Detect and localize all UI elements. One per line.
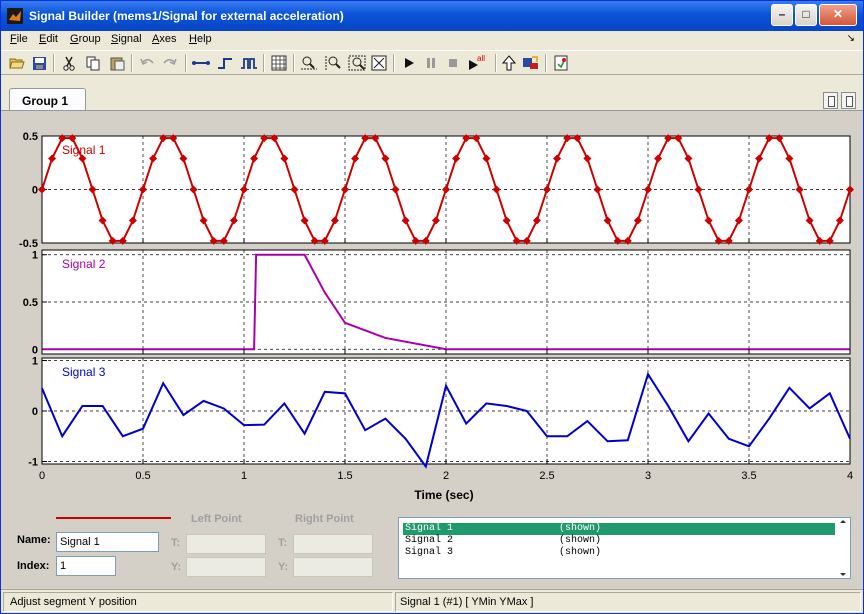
list-item[interactable]: Signal 2 (shown) [403, 535, 835, 547]
left-t-field[interactable] [186, 534, 266, 554]
x-tick-label: 1 [241, 470, 247, 482]
x-tick-label: 3 [645, 470, 651, 482]
menu-file[interactable]: File [10, 33, 28, 45]
y-tick-label: 1 [32, 356, 38, 368]
pause-icon[interactable] [421, 54, 441, 72]
name-field[interactable]: Signal 1 [56, 532, 159, 552]
paste-icon[interactable] [107, 54, 127, 72]
x-tick-label: 1.5 [337, 470, 352, 482]
minimize-button[interactable]: – [771, 4, 793, 26]
zoom-xy-icon[interactable] [347, 54, 367, 72]
y-tick-label: 0 [32, 185, 38, 197]
signal-list[interactable]: Signal 1 (shown) Signal 2 (shown) Signal 3… [398, 517, 851, 579]
y-tick-label: 0.5 [23, 297, 38, 309]
y-tick-label: 0 [32, 344, 38, 356]
x-tick-label: 4 [847, 470, 853, 482]
copy-icon[interactable] [83, 54, 103, 72]
zoom-x-icon[interactable] [299, 54, 319, 72]
signals-plot[interactable]: 0.50-0.5Signal 110.50Signal 210-1Signal … [1, 111, 863, 511]
status-message: Adjust segment Y position [3, 592, 393, 612]
x-tick-label: 2 [443, 470, 449, 482]
redo-icon[interactable] [159, 54, 179, 72]
axes-group: 0.50-0.5Signal 110.50Signal 210-1Signal … [19, 131, 854, 482]
status-bar: Adjust segment Y position Signal 1 (#1) … [1, 589, 863, 613]
group-tabstrip: Group 1 [1, 77, 863, 111]
index-label: Index: [17, 560, 50, 572]
left-point-label: Left Point [191, 513, 242, 525]
x-tick-label: 3.5 [741, 470, 756, 482]
menu-group[interactable]: Group [70, 33, 101, 45]
menu-axes[interactable]: Axes [152, 33, 176, 45]
right-t-field[interactable] [293, 534, 373, 554]
play-icon[interactable] [399, 54, 419, 72]
left-y-field[interactable] [186, 557, 266, 577]
signal-axes-area: 0.5 0 -0.5 Signal 1 1 0.5 0 Signal 2 1 0 -1 Signal … [1, 111, 863, 511]
x-tick-label: 2.5 [539, 470, 554, 482]
right-point-label: Right Point [295, 513, 354, 525]
x-tick-label: 0 [39, 470, 45, 482]
menu-signal[interactable]: Signal [111, 33, 142, 45]
y-tick-label: 1 [32, 250, 38, 262]
signal-label[interactable]: Signal 2 [62, 257, 106, 271]
stop-icon[interactable] [443, 54, 463, 72]
save-icon[interactable] [29, 54, 49, 72]
status-selection: Signal 1 (#1) [ YMin YMax ] [395, 592, 861, 612]
signal-label[interactable]: Signal 1 [62, 143, 106, 157]
menu-help[interactable]: Help [189, 33, 212, 45]
menu-bar: File Edit Group Signal Axes Help ↘ [1, 31, 863, 49]
index-field[interactable]: 1 [56, 556, 116, 576]
up-to-model-icon[interactable] [499, 54, 519, 72]
signal-builder-window: Signal Builder (mems1/Signal for externa… [0, 0, 864, 614]
right-y-field[interactable] [293, 557, 373, 577]
full-view-icon[interactable] [369, 54, 389, 72]
dock-arrow-icon[interactable]: ↘ [847, 33, 855, 44]
x-tick-label: 0.5 [135, 470, 150, 482]
play-all-badge: all [477, 54, 485, 63]
open-icon[interactable] [7, 54, 27, 72]
cut-icon[interactable] [59, 54, 79, 72]
window-title: Signal Builder (mems1/Signal for externa… [29, 9, 344, 23]
show-block-icon[interactable] [521, 54, 541, 72]
y-tick-label: -0.5 [19, 238, 38, 250]
list-item[interactable]: Signal 1 (shown) [403, 523, 835, 535]
left-t-label: T: [171, 537, 181, 549]
play-all-icon[interactable]: all [466, 54, 490, 72]
snap-grid-icon[interactable] [269, 54, 289, 72]
matlab-logo-icon [7, 8, 23, 24]
right-t-label: T: [278, 537, 288, 549]
split-right-button[interactable] [841, 92, 856, 109]
undo-icon[interactable] [137, 54, 157, 72]
pulse-icon[interactable] [239, 54, 259, 72]
signal-label[interactable]: Signal 3 [62, 365, 106, 379]
close-button[interactable]: ✕ [819, 4, 857, 26]
y-tick-label: -1 [28, 456, 38, 468]
left-y-label: Y: [171, 561, 182, 573]
segment-icon[interactable] [191, 54, 211, 72]
step-up-icon[interactable] [215, 54, 235, 72]
menu-edit[interactable]: Edit [39, 33, 58, 45]
segment-editor-panel: Left Point Right Point Name: Signal 1 In… [1, 511, 863, 589]
list-scrollbar[interactable] [836, 518, 850, 578]
maximize-button[interactable]: □ [795, 4, 817, 26]
list-item[interactable]: Signal 3 (shown) [403, 547, 835, 559]
y-tick-label: 0 [32, 406, 38, 418]
zoom-y-icon[interactable] [323, 54, 343, 72]
name-label: Name: [17, 534, 51, 546]
x-axis-label: Time (sec) [414, 488, 473, 502]
signal-color-line [56, 517, 171, 519]
y-tick-label: 0.5 [23, 131, 38, 143]
split-left-button[interactable] [823, 92, 838, 109]
help-icon[interactable] [551, 54, 571, 72]
tab-group-1[interactable]: Group 1 [9, 88, 86, 111]
title-bar[interactable]: Signal Builder (mems1/Signal for externa… [1, 1, 863, 31]
right-y-label: Y: [278, 561, 289, 573]
toolbar: all [1, 50, 863, 75]
